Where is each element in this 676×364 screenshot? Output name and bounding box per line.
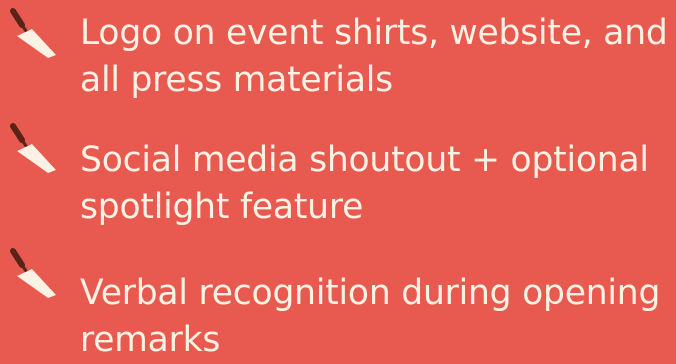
list-item: Verbal recognition during opening remark… [0,248,676,360]
benefit-text: Logo on event shirts, website, and all p… [80,13,668,100]
benefits-list: Logo on event shirts, website, and all p… [0,0,676,360]
benefit-text: Verbal recognition during opening remark… [80,273,661,360]
list-item: Logo on event shirts, website, and all p… [0,8,676,108]
trowel-icon [4,8,72,76]
benefit-text: Social media shoutout + optional spotlig… [80,140,649,227]
trowel-icon [4,123,72,191]
trowel-icon [4,248,72,316]
list-item: Social media shoutout + optional spotlig… [0,123,676,227]
